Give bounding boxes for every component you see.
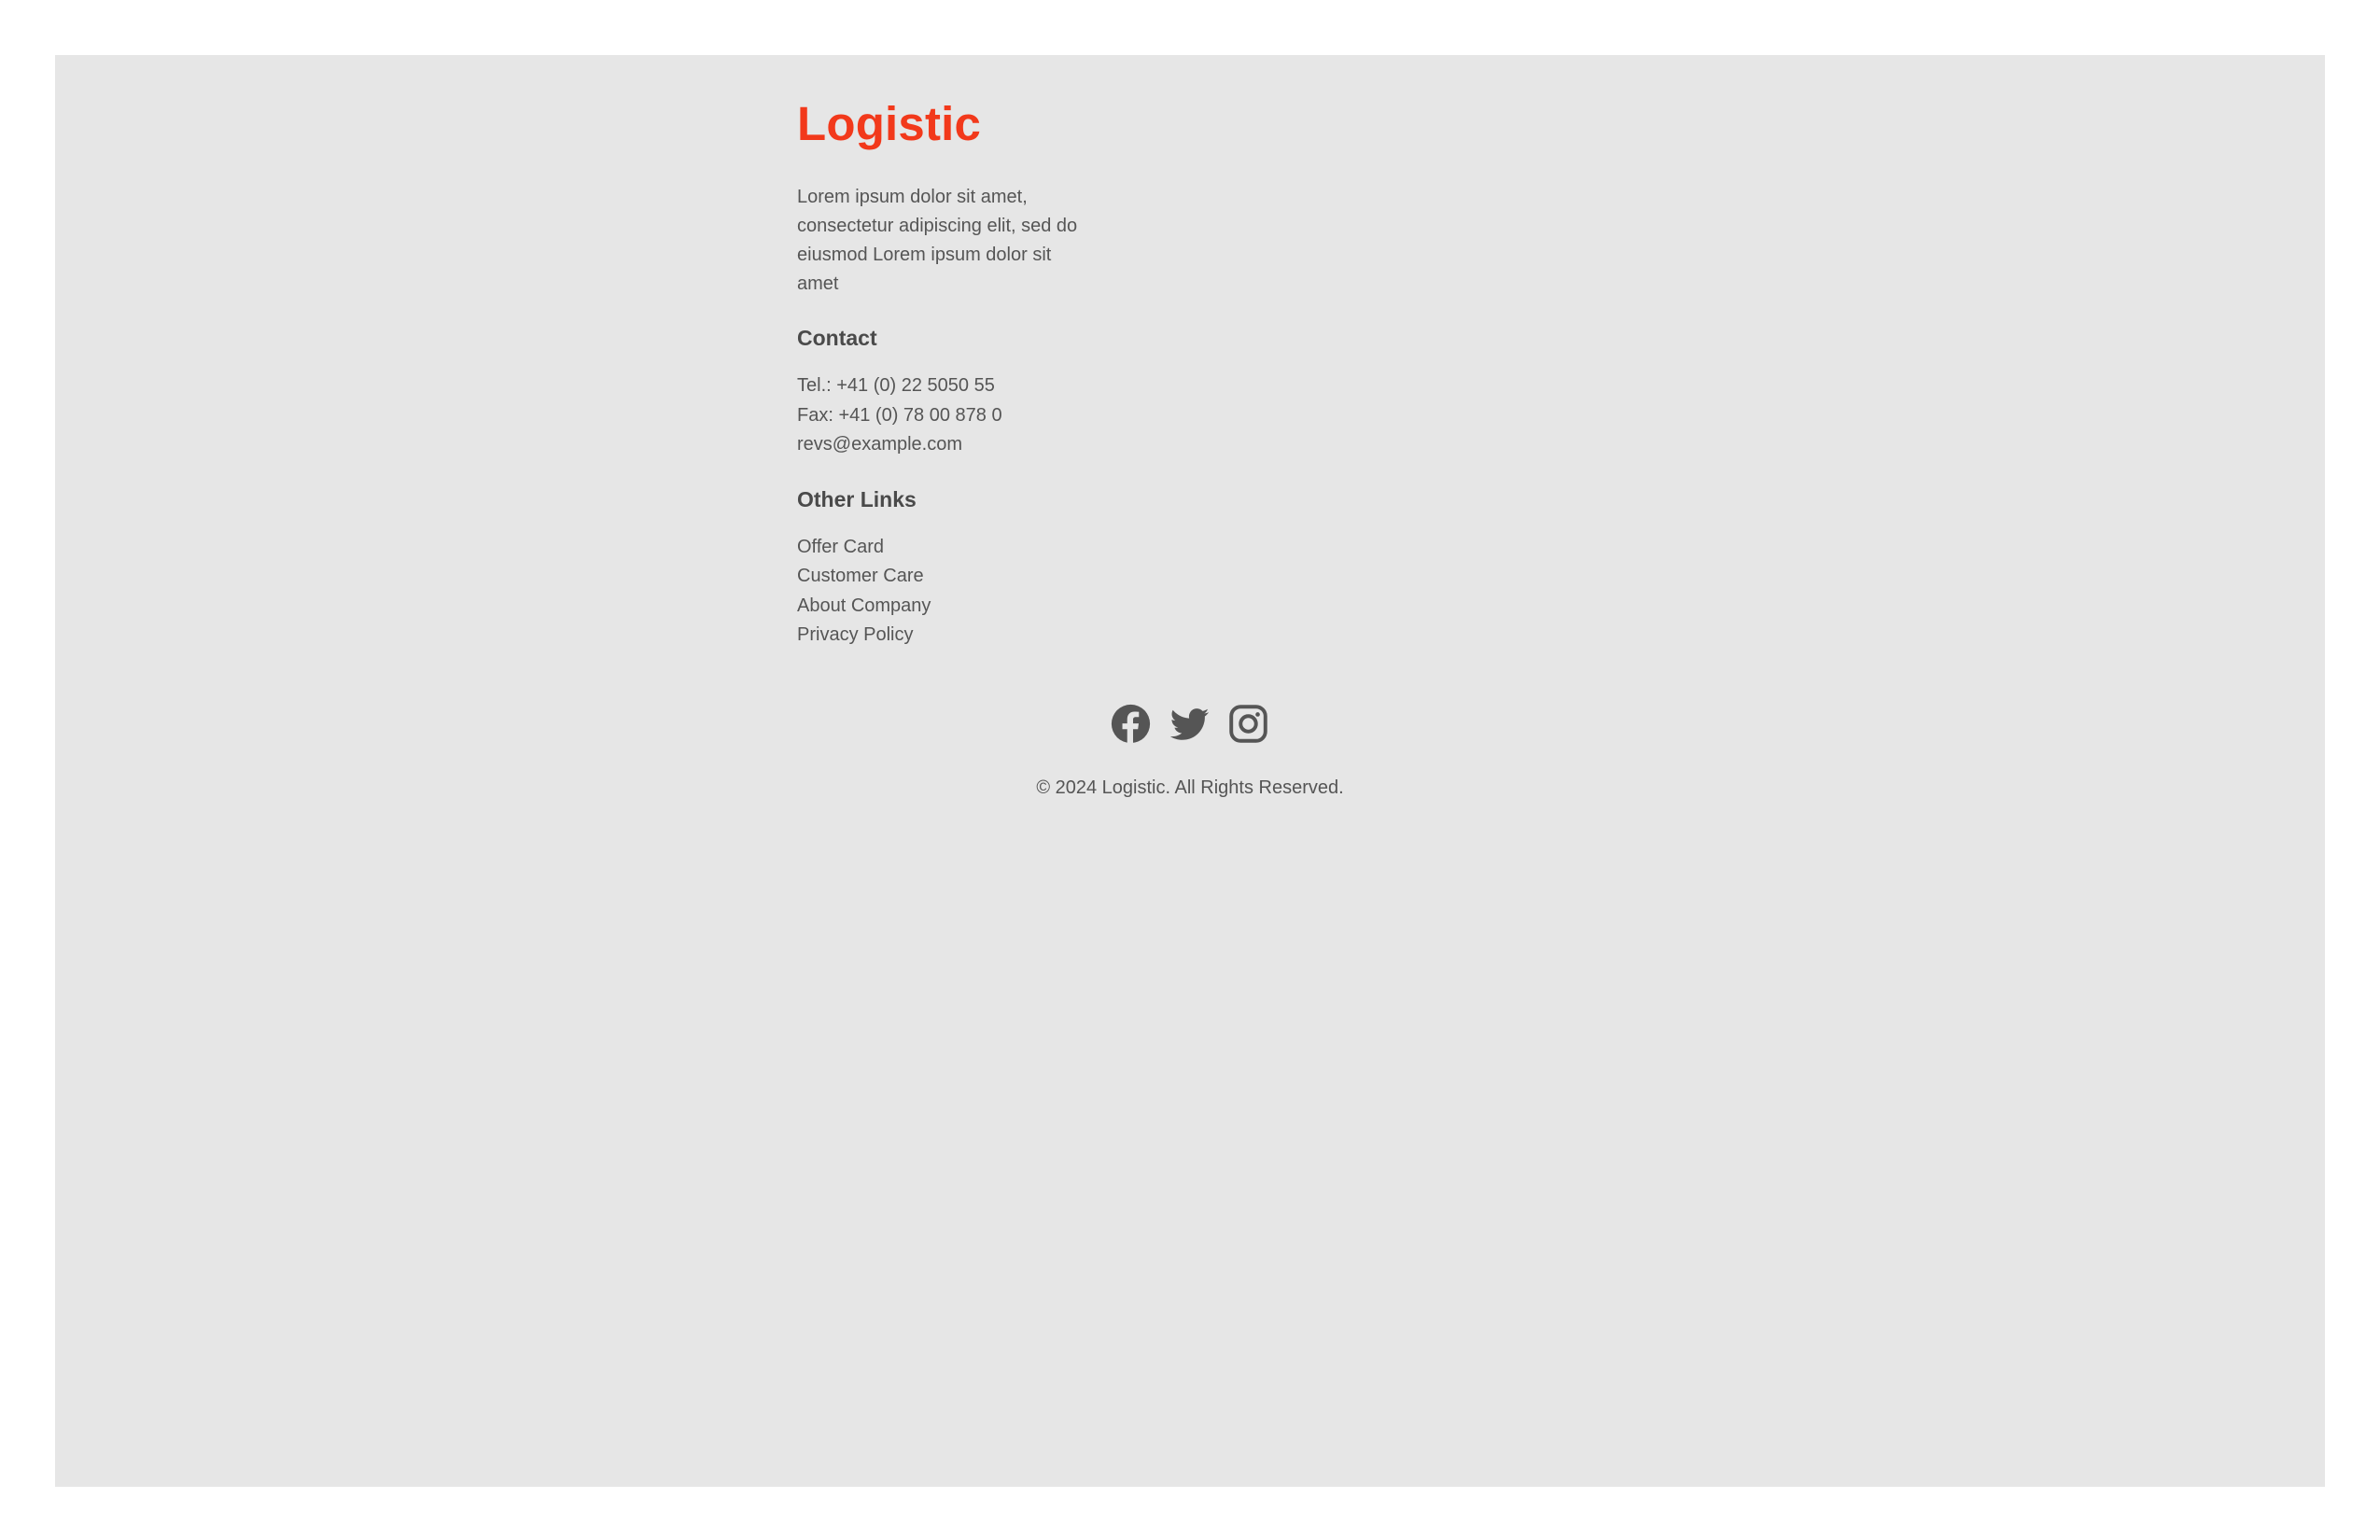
contact-phone[interactable]: Tel.: +41 (0) 22 5050 55 (797, 371, 1114, 401)
link-privacy-policy[interactable]: Privacy Policy (797, 621, 1114, 651)
footer: Logistic Lorem ipsum dolor sit amet, con… (55, 55, 2325, 1487)
link-about-company[interactable]: About Company (797, 592, 1114, 622)
contact-list: Tel.: +41 (0) 22 5050 55 Fax: +41 (0) 78… (797, 371, 1114, 460)
brand-logo[interactable]: Logistic (797, 100, 1114, 147)
contact-fax: Fax: +41 (0) 78 00 878 0 (797, 404, 1002, 426)
contact-email[interactable]: revs@example.com (797, 430, 1114, 460)
facebook-icon[interactable] (1111, 704, 1151, 744)
footer-brand-column: Logistic Lorem ipsum dolor sit amet, con… (797, 100, 1114, 651)
contact-heading: Contact (797, 326, 877, 350)
social-links (1111, 702, 1268, 745)
brand-description: Lorem ipsum dolor sit amet, consectetur … (797, 187, 1078, 294)
link-customer-care[interactable]: Customer Care (797, 562, 1114, 592)
instagram-icon[interactable] (1228, 704, 1268, 744)
other-links-list: Offer Card Customer Care About Company P… (797, 533, 1114, 651)
link-offer-card[interactable]: Offer Card (797, 533, 1114, 563)
other-links-heading: Other Links (797, 486, 917, 511)
twitter-icon[interactable] (1169, 704, 1210, 744)
copyright-text: © 2024 Logistic. All Rights Reserved. (1036, 777, 1344, 798)
